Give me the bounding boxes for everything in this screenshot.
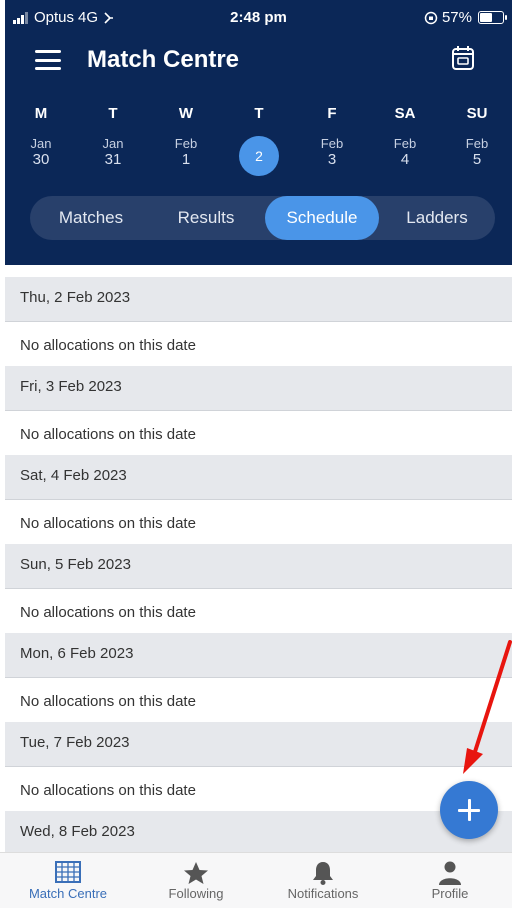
nav-label: Notifications <box>287 886 359 901</box>
day-letter: F <box>327 105 337 122</box>
day-number: 3 <box>327 151 337 168</box>
tab-bar: Matches Results Schedule Ladders <box>30 196 495 240</box>
day-1[interactable]: M Jan 30 <box>11 100 71 169</box>
nav-match-centre[interactable]: Match Centre <box>8 853 128 901</box>
day-month: Feb <box>393 136 417 151</box>
add-button[interactable] <box>440 781 498 839</box>
date-header: Sun, 5 Feb 2023 <box>5 544 512 589</box>
grid-icon <box>8 853 128 883</box>
bottom-nav: Match Centre Following Notifications Profil… <box>0 852 512 908</box>
nav-following[interactable]: Following <box>136 853 256 901</box>
status-bar: Optus 4G 2:48 pm 57% <box>5 0 512 36</box>
tab-matches[interactable]: Matches <box>30 196 152 240</box>
orientation-lock-icon <box>424 11 438 24</box>
tab-ladders[interactable]: Ladders <box>379 196 495 240</box>
no-allocations-message: No allocations on this date <box>5 677 512 722</box>
day-month: Feb <box>320 136 344 151</box>
no-allocations-message: No allocations on this date <box>5 766 512 811</box>
person-icon <box>390 853 510 885</box>
day-month: Jan <box>30 136 52 151</box>
date-header: Thu, 2 Feb 2023 <box>5 277 512 322</box>
day-picker: M Jan 30 T Jan 31 W Feb 1 T 2 F Feb 3 SA Feb 4 SU Feb 5 <box>5 100 512 180</box>
day-letter: W <box>178 105 194 122</box>
tab-results[interactable]: Results <box>148 196 264 240</box>
day-number: 5 <box>472 151 482 168</box>
day-letter: T <box>108 105 118 122</box>
day-letter: SU <box>466 105 488 122</box>
day-7[interactable]: SU Feb 5 <box>447 100 507 169</box>
no-allocations-message: No allocations on this date <box>5 321 512 366</box>
no-allocations-message: No allocations on this date <box>5 499 512 544</box>
selected-day: 2 <box>239 136 279 176</box>
schedule-list: Thu, 2 Feb 2023 No allocations on this da… <box>5 277 512 856</box>
date-header: Fri, 3 Feb 2023 <box>5 366 512 411</box>
page-title: Match Centre <box>87 46 240 73</box>
date-header: Mon, 6 Feb 2023 <box>5 633 512 678</box>
no-allocations-message: No allocations on this date <box>5 410 512 455</box>
nav-notifications[interactable]: Notifications <box>263 853 383 901</box>
calendar-icon <box>452 46 474 70</box>
day-number: 31 <box>104 151 122 168</box>
date-header: Sat, 4 Feb 2023 <box>5 455 512 500</box>
app-header: Optus 4G 2:48 pm 57% Match Centre M Jan 30… <box>5 0 512 265</box>
day-5[interactable]: F Feb 3 <box>302 100 362 169</box>
day-2[interactable]: T Jan 31 <box>83 100 143 169</box>
star-icon <box>136 853 256 884</box>
calendar-button[interactable] <box>450 44 476 72</box>
day-letter: T <box>254 105 264 122</box>
day-month: Jan <box>102 136 124 151</box>
nav-profile[interactable]: Profile <box>390 853 510 901</box>
day-number: 4 <box>400 151 410 168</box>
nav-label: Profile <box>431 886 469 901</box>
no-allocations-message: No allocations on this date <box>5 588 512 633</box>
annotation-arrow <box>463 640 512 774</box>
day-6[interactable]: SA Feb 4 <box>375 100 435 169</box>
menu-button[interactable] <box>35 50 61 70</box>
day-number: 30 <box>32 151 50 168</box>
nav-label: Following <box>168 886 224 901</box>
day-4[interactable]: T2 <box>229 100 289 176</box>
day-3[interactable]: W Feb 1 <box>156 100 216 169</box>
bell-icon <box>263 853 383 885</box>
nav-label: Match Centre <box>28 886 108 901</box>
day-letter: M <box>34 105 48 122</box>
battery-percent: 57% <box>441 9 472 26</box>
day-month: Feb <box>465 136 489 151</box>
day-month: Feb <box>174 136 198 151</box>
tab-schedule[interactable]: Schedule <box>265 196 379 240</box>
battery-icon <box>478 11 507 24</box>
date-header: Wed, 8 Feb 2023 <box>5 811 512 856</box>
day-number: 1 <box>181 151 191 168</box>
day-letter: SA <box>394 105 416 122</box>
date-header: Tue, 7 Feb 2023 <box>5 722 512 767</box>
